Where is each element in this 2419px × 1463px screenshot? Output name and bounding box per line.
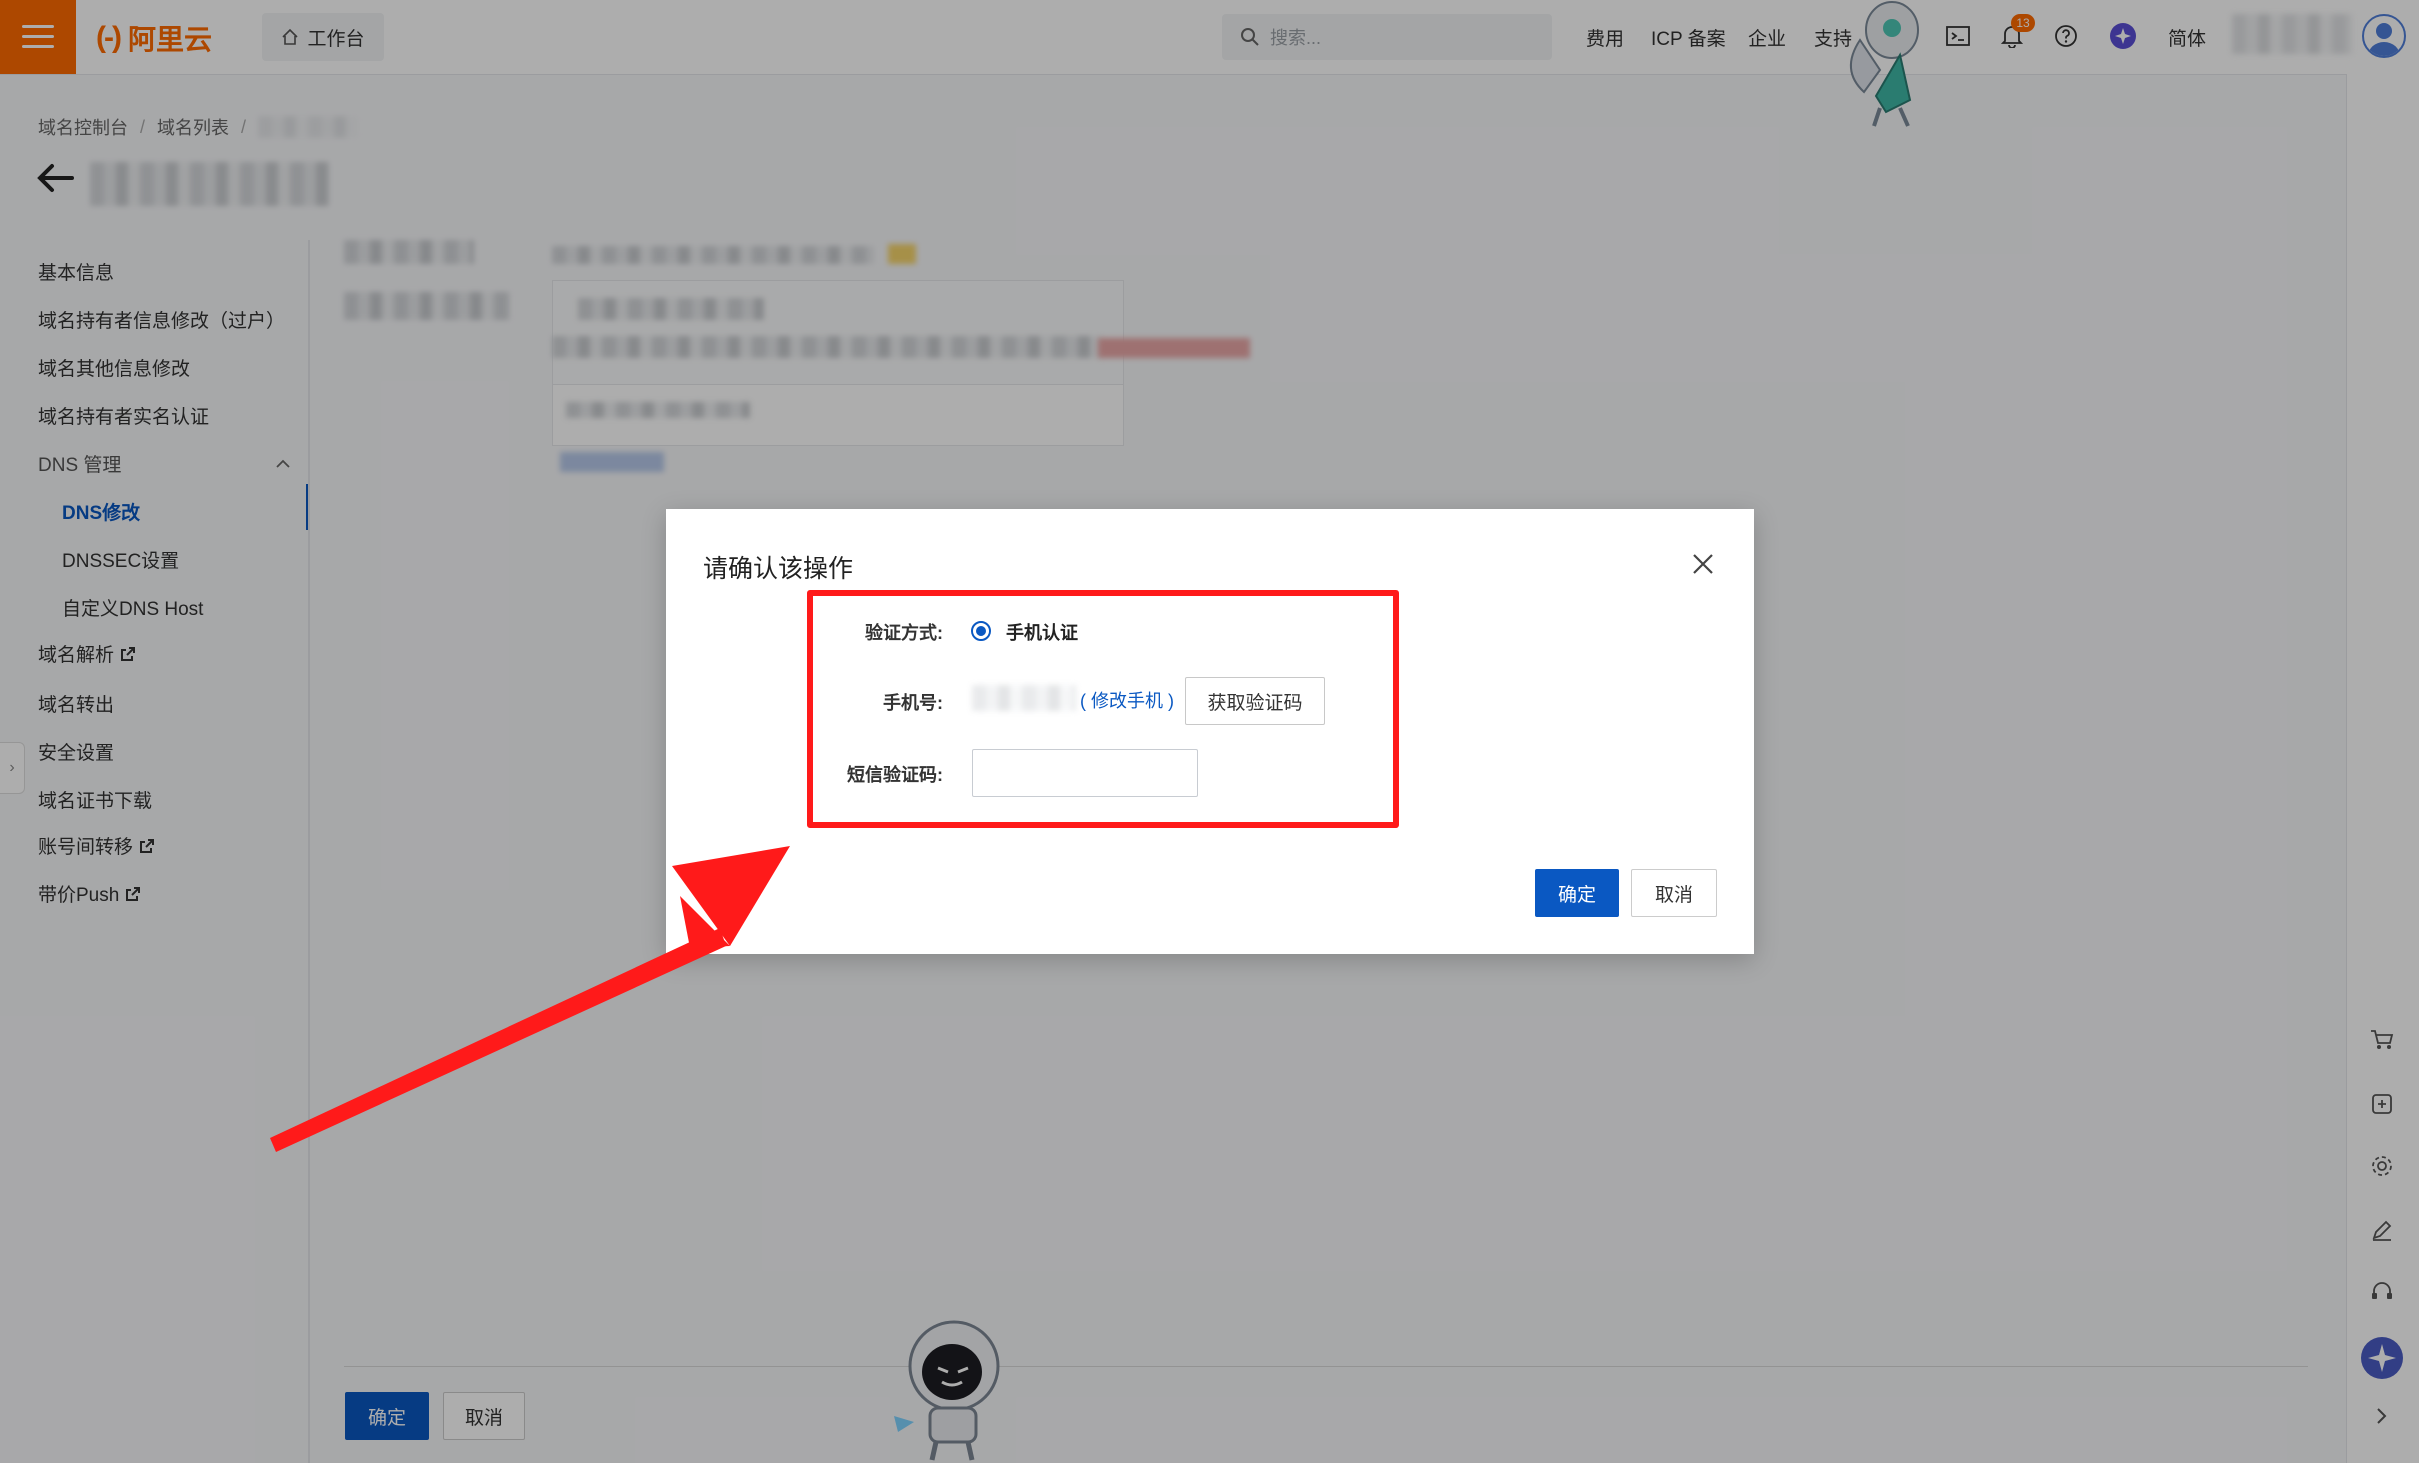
phone-verify-radio[interactable] — [971, 621, 991, 641]
phone-number-redacted — [972, 685, 1076, 711]
sms-code-label: 短信验证码: — [847, 765, 943, 785]
phone-verify-option-label[interactable]: 手机认证 — [1006, 619, 1078, 645]
confirm-dialog: 请确认该操作 验证方式: 手机认证 手机号: ( 修改手机 ) 获取验证码 短信… — [666, 509, 1754, 954]
dialog-title: 请确认该操作 — [703, 555, 854, 583]
change-phone-link[interactable]: ( 修改手机 ) — [1080, 687, 1174, 713]
verify-method-label: 验证方式: — [865, 623, 943, 643]
annotation-arrow — [270, 846, 790, 1152]
get-code-button[interactable]: 获取验证码 — [1185, 677, 1325, 725]
sms-code-input[interactable] — [972, 749, 1198, 797]
dialog-confirm-button[interactable]: 确定 — [1535, 869, 1619, 917]
close-icon[interactable] — [1690, 551, 1716, 577]
dialog-cancel-button[interactable]: 取消 — [1631, 869, 1717, 917]
phone-label: 手机号: — [883, 693, 943, 713]
